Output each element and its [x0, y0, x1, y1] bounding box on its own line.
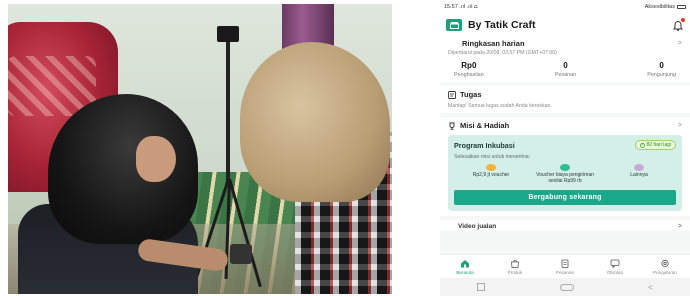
- missions-card: Misi & Hadiah > Program Inkubasi 82 hari…: [440, 117, 690, 216]
- stat-income: Rp0 Penghasilan: [454, 61, 484, 78]
- reward-label: Rp2,9 jt voucher: [472, 172, 510, 178]
- incubation-program-banner: Program Inkubasi 82 hari lagi Selesaikan…: [448, 135, 682, 211]
- stat-label: Pesanan: [554, 72, 577, 78]
- nav-label: Pesanan: [555, 269, 575, 275]
- system-navigation-bar: <: [440, 278, 690, 296]
- back-icon[interactable]: <: [648, 283, 653, 292]
- woman-black-hijab: [18, 94, 230, 294]
- gift-icon: [634, 164, 644, 171]
- join-now-button[interactable]: Bergabung sekarang: [454, 189, 676, 205]
- battery-icon: [677, 5, 686, 9]
- video-section-title: Video jualan: [458, 222, 497, 230]
- home-button[interactable]: [559, 283, 574, 291]
- stat-value: 0: [563, 61, 568, 70]
- missions-title: Misi & Hadiah: [460, 121, 510, 130]
- bag-icon: [511, 259, 519, 268]
- nav-products[interactable]: Produk: [493, 259, 537, 275]
- status-time: 15.57 .ııl .ııl ⩍: [444, 3, 478, 10]
- nav-label: Beranda: [456, 269, 474, 275]
- stat-value: Rp0: [461, 61, 477, 70]
- nav-label: Obrolan: [606, 269, 624, 275]
- coin-icon: [486, 164, 496, 171]
- woman-beige-hijab: [240, 42, 392, 294]
- tripod-pole: [226, 34, 230, 184]
- stat-label: Penghasilan: [454, 72, 484, 78]
- status-right: Aksesibilitas: [645, 4, 686, 10]
- tasks-message: Mantap! Semua tugas sudah Anda bereskan.: [448, 103, 552, 109]
- trophy-icon: [449, 122, 455, 130]
- app-header: By Tatik Craft: [440, 14, 690, 36]
- tasks-card[interactable]: Tugas Mantap! Semua tugas sudah Anda ber…: [440, 86, 690, 113]
- bell-icon[interactable]: [672, 18, 685, 32]
- summary-updated: Diperbarui pada 20/08, 03.57 PM (GMT+07:…: [448, 50, 557, 56]
- shop-switcher[interactable]: By Tatik Craft: [446, 19, 536, 31]
- tripod-phone-mount: [217, 26, 239, 42]
- nav-orders[interactable]: Pesanan: [543, 259, 587, 275]
- accessibility-label: Aksesibilitas: [644, 4, 675, 10]
- rewards-list: Rp2,9 jt voucher Voucher biaya pengirima…: [454, 164, 676, 185]
- days-left-text: 82 hari lagi: [646, 142, 671, 148]
- program-subtitle: Selesaikan misi untuk menerima:: [454, 154, 531, 160]
- video-section-peek[interactable]: Video jualan >: [440, 219, 690, 230]
- home-icon: [461, 259, 469, 267]
- daily-summary-card[interactable]: Ringkasan harian > Diperbarui pada 20/08…: [440, 36, 690, 82]
- notification-dot: [681, 18, 685, 22]
- chat-icon: [610, 259, 620, 268]
- reward-item: Lainnya: [609, 164, 669, 185]
- reward-label: Lainnya: [630, 172, 648, 178]
- stat-visitors: 0 Pengunjung: [647, 61, 676, 78]
- shop-name: By Tatik Craft: [468, 19, 536, 31]
- days-left-badge: 82 hari lagi: [634, 140, 676, 150]
- gear-icon: [661, 259, 669, 267]
- clock-icon: [639, 142, 645, 148]
- tasks-title: Tugas: [460, 90, 482, 99]
- reward-item: Voucher biaya pengiriman senilai Rp99 rb: [535, 164, 595, 185]
- summary-stats: Rp0 Penghasilan 0 Pesanan 0 Pengunjung: [448, 61, 682, 78]
- nav-chat[interactable]: Obrolan: [593, 259, 637, 275]
- reward-item: Rp2,9 jt voucher: [461, 164, 521, 185]
- chevron-right-icon: >: [677, 222, 682, 230]
- stat-orders: 0 Pesanan: [555, 61, 576, 78]
- bottom-nav: Beranda Produk Pesanan Obrolan Pengatura…: [440, 254, 690, 278]
- photo-two-women-with-tripod: [8, 4, 392, 294]
- stat-value: 0: [659, 61, 664, 70]
- chevron-right-icon: >: [677, 40, 682, 47]
- chevron-right-icon[interactable]: >: [678, 122, 682, 129]
- collage: 15.57 .ııl .ııl ⩍ Aksesibilitas By Tatik…: [0, 0, 690, 296]
- nav-label: Produk: [507, 269, 523, 275]
- status-bar: 15.57 .ııl .ııl ⩍ Aksesibilitas: [440, 0, 690, 14]
- clipboard-icon: [561, 259, 569, 268]
- recents-button[interactable]: [477, 283, 486, 291]
- shipping-voucher-icon: [560, 164, 570, 171]
- shop-logo-icon: [446, 19, 462, 31]
- summary-title: Ringkasan harian: [462, 39, 525, 48]
- seller-app-screen: 15.57 .ııl .ııl ⩍ Aksesibilitas By Tatik…: [440, 0, 690, 296]
- stat-label: Pengunjung: [647, 72, 676, 78]
- nav-label: Pengaturan: [653, 269, 677, 275]
- nav-home[interactable]: Beranda: [443, 259, 487, 275]
- reward-label: Voucher biaya pengiriman senilai Rp99 rb: [536, 172, 594, 184]
- task-list-icon: [448, 90, 456, 99]
- program-title: Program Inkubasi: [454, 140, 515, 150]
- nav-settings[interactable]: Pengaturan: [643, 259, 687, 275]
